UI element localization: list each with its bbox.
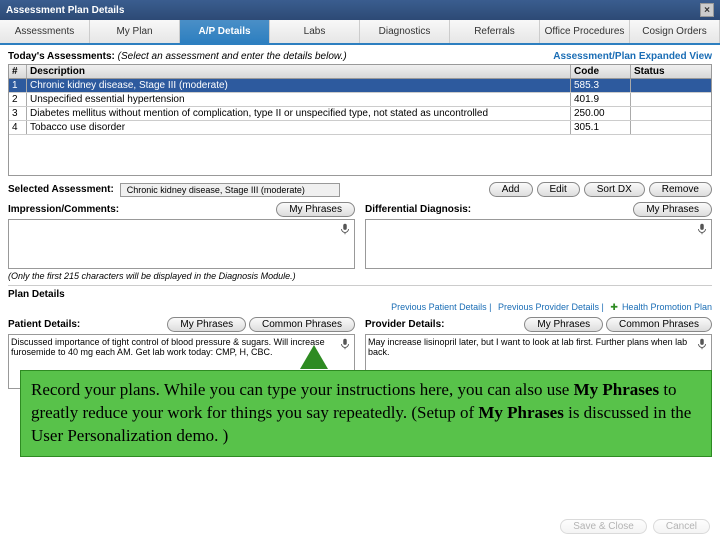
microphone-icon[interactable]	[338, 222, 352, 236]
table-row[interactable]: 4 Tobacco use disorder 305.1	[9, 121, 711, 135]
tab-referrals[interactable]: Referrals	[450, 20, 540, 43]
tooltip-bold: My Phrases	[478, 403, 563, 422]
cell-num: 3	[9, 107, 27, 120]
cell-desc: Tobacco use disorder	[27, 121, 571, 134]
todays-assessments-header: Today's Assessments: (Select an assessme…	[8, 51, 712, 62]
cell-num: 2	[9, 93, 27, 106]
todays-assessments-label: Today's Assessments:	[8, 51, 115, 62]
provider-details-label: Provider Details:	[365, 319, 444, 330]
tab-my-plan[interactable]: My Plan	[90, 20, 180, 43]
assessments-grid: # Description Code Status 1 Chronic kidn…	[8, 64, 712, 176]
cancel-button[interactable]: Cancel	[653, 519, 710, 534]
cell-code: 250.00	[571, 107, 631, 120]
provider-my-phrases-button[interactable]: My Phrases	[524, 317, 603, 332]
footer-buttons: Save & Close Cancel	[560, 519, 710, 534]
edit-button[interactable]: Edit	[537, 182, 580, 197]
plan-links: Previous Patient Details | Previous Prov…	[8, 302, 712, 313]
tab-office-procedures[interactable]: Office Procedures	[540, 20, 630, 43]
patient-details-label: Patient Details:	[8, 319, 80, 330]
tab-diagnostics[interactable]: Diagnostics	[360, 20, 450, 43]
microphone-icon[interactable]	[695, 337, 709, 351]
cell-code: 305.1	[571, 121, 631, 134]
differential-label: Differential Diagnosis:	[365, 204, 471, 215]
col-header-desc[interactable]: Description	[27, 65, 571, 78]
cell-desc: Diabetes mellitus without mention of com…	[27, 107, 571, 120]
patient-common-phrases-button[interactable]: Common Phrases	[249, 317, 355, 332]
microphone-icon[interactable]	[695, 222, 709, 236]
prev-provider-details-link[interactable]: Previous Provider Details	[498, 302, 599, 312]
col-header-status[interactable]: Status	[631, 65, 711, 78]
col-header-code[interactable]: Code	[571, 65, 631, 78]
tab-cosign-orders[interactable]: Cosign Orders	[630, 20, 720, 43]
tab-assessments[interactable]: Assessments	[0, 20, 90, 43]
cell-status	[631, 93, 711, 106]
impression-my-phrases-button[interactable]: My Phrases	[276, 202, 355, 217]
microphone-icon[interactable]	[338, 337, 352, 351]
cell-num: 4	[9, 121, 27, 134]
expanded-view-link[interactable]: Assessment/Plan Expanded View	[553, 51, 712, 62]
cell-desc: Unspecified essential hypertension	[27, 93, 571, 106]
save-close-button[interactable]: Save & Close	[560, 519, 647, 534]
add-button[interactable]: Add	[489, 182, 533, 197]
cell-status	[631, 121, 711, 134]
tooltip-text: Record your plans. While you can type yo…	[31, 380, 574, 399]
differential-textarea[interactable]	[365, 219, 712, 269]
grid-header: # Description Code Status	[9, 65, 711, 79]
tooltip-overlay: Record your plans. While you can type yo…	[20, 370, 712, 457]
col-header-num[interactable]: #	[9, 65, 27, 78]
remove-button[interactable]: Remove	[649, 182, 712, 197]
cell-num: 1	[9, 79, 27, 92]
provider-details-text: May increase lisinopril later, but I wan…	[368, 337, 687, 357]
window-titlebar: Assessment Plan Details ×	[0, 0, 720, 20]
impression-textarea[interactable]	[8, 219, 355, 269]
prev-patient-details-link[interactable]: Previous Patient Details	[391, 302, 487, 312]
todays-assessments-note: (Select an assessment and enter the deta…	[118, 51, 347, 62]
plan-details-header: Plan Details	[8, 285, 712, 300]
tab-labs[interactable]: Labs	[270, 20, 360, 43]
cell-code: 585.3	[571, 79, 631, 92]
selected-assessment-label: Selected Assessment:	[8, 184, 114, 195]
selected-assessment-value: Chronic kidney disease, Stage III (moder…	[120, 183, 340, 197]
provider-common-phrases-button[interactable]: Common Phrases	[606, 317, 712, 332]
cell-desc: Chronic kidney disease, Stage III (moder…	[27, 79, 571, 92]
table-row[interactable]: 1 Chronic kidney disease, Stage III (mod…	[9, 79, 711, 93]
close-icon[interactable]: ×	[700, 3, 714, 17]
differential-my-phrases-button[interactable]: My Phrases	[633, 202, 712, 217]
window-title: Assessment Plan Details	[6, 5, 124, 16]
cell-status	[631, 107, 711, 120]
tooltip-bold: My Phrases	[574, 380, 659, 399]
table-row[interactable]: 3 Diabetes mellitus without mention of c…	[9, 107, 711, 121]
sort-dx-button[interactable]: Sort DX	[584, 182, 645, 197]
table-row[interactable]: 2 Unspecified essential hypertension 401…	[9, 93, 711, 107]
char-limit-note: (Only the first 215 characters will be d…	[8, 271, 712, 281]
tooltip-arrow-icon	[300, 345, 328, 369]
grid-empty-area	[9, 135, 711, 175]
cell-code: 401.9	[571, 93, 631, 106]
health-promotion-link[interactable]: Health Promotion Plan	[622, 302, 712, 312]
tab-bar: Assessments My Plan A/P Details Labs Dia…	[0, 20, 720, 45]
cell-status	[631, 79, 711, 92]
patient-my-phrases-button[interactable]: My Phrases	[167, 317, 246, 332]
impression-label: Impression/Comments:	[8, 204, 119, 215]
patient-details-text: Discussed importance of tight control of…	[11, 337, 325, 357]
tab-ap-details[interactable]: A/P Details	[180, 20, 270, 43]
